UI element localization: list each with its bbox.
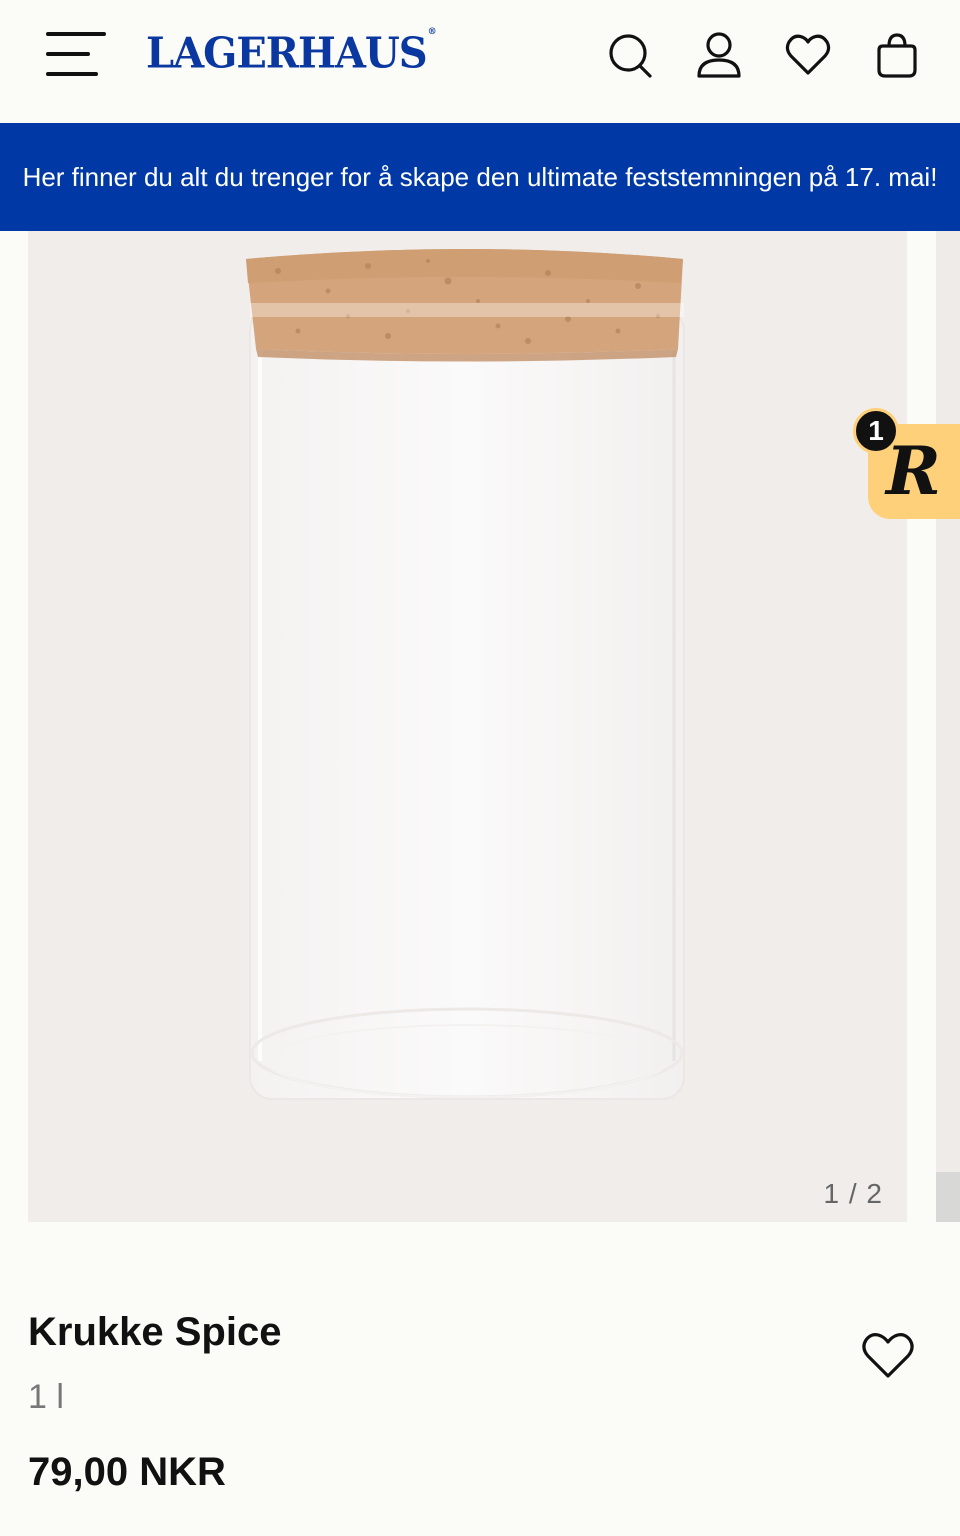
product-price: 79,00 NKR (28, 1450, 226, 1494)
product-image-gallery[interactable]: 1 / 2 (28, 231, 907, 1222)
logo[interactable]: LAGERHAUS® (146, 26, 437, 79)
heart-icon (862, 1333, 914, 1378)
cart-button[interactable] (873, 30, 921, 80)
menu-icon (46, 32, 106, 36)
registered-mark: ® (427, 26, 437, 37)
next-image-peek-bottom (936, 1172, 960, 1222)
promo-banner[interactable]: Her finner du alt du trenger for å skape… (0, 123, 960, 231)
search-button[interactable] (606, 30, 654, 80)
wishlist-button[interactable] (784, 30, 832, 80)
next-image-peek[interactable] (936, 231, 960, 1222)
product-variant: 1 l (28, 1378, 64, 1416)
menu-button[interactable] (46, 30, 108, 80)
account-icon (697, 32, 741, 78)
menu-icon-line (46, 72, 98, 76)
rewards-count-badge: 1 (853, 408, 899, 454)
logo-text: LAGERHAUS (146, 28, 428, 79)
product-image (246, 249, 685, 1100)
bag-icon (877, 33, 917, 78)
promo-banner-text: Her finner du alt du trenger for å skape… (22, 161, 938, 192)
menu-icon-line (46, 52, 90, 56)
gallery-counter: 1 / 2 (823, 1178, 883, 1209)
search-icon (609, 34, 652, 78)
account-button[interactable] (695, 30, 743, 80)
add-to-wishlist-button[interactable] (860, 1330, 916, 1382)
heart-icon (785, 34, 831, 75)
site-header: LAGERHAUS® (0, 0, 960, 123)
product-title: Krukke Spice (28, 1310, 282, 1354)
